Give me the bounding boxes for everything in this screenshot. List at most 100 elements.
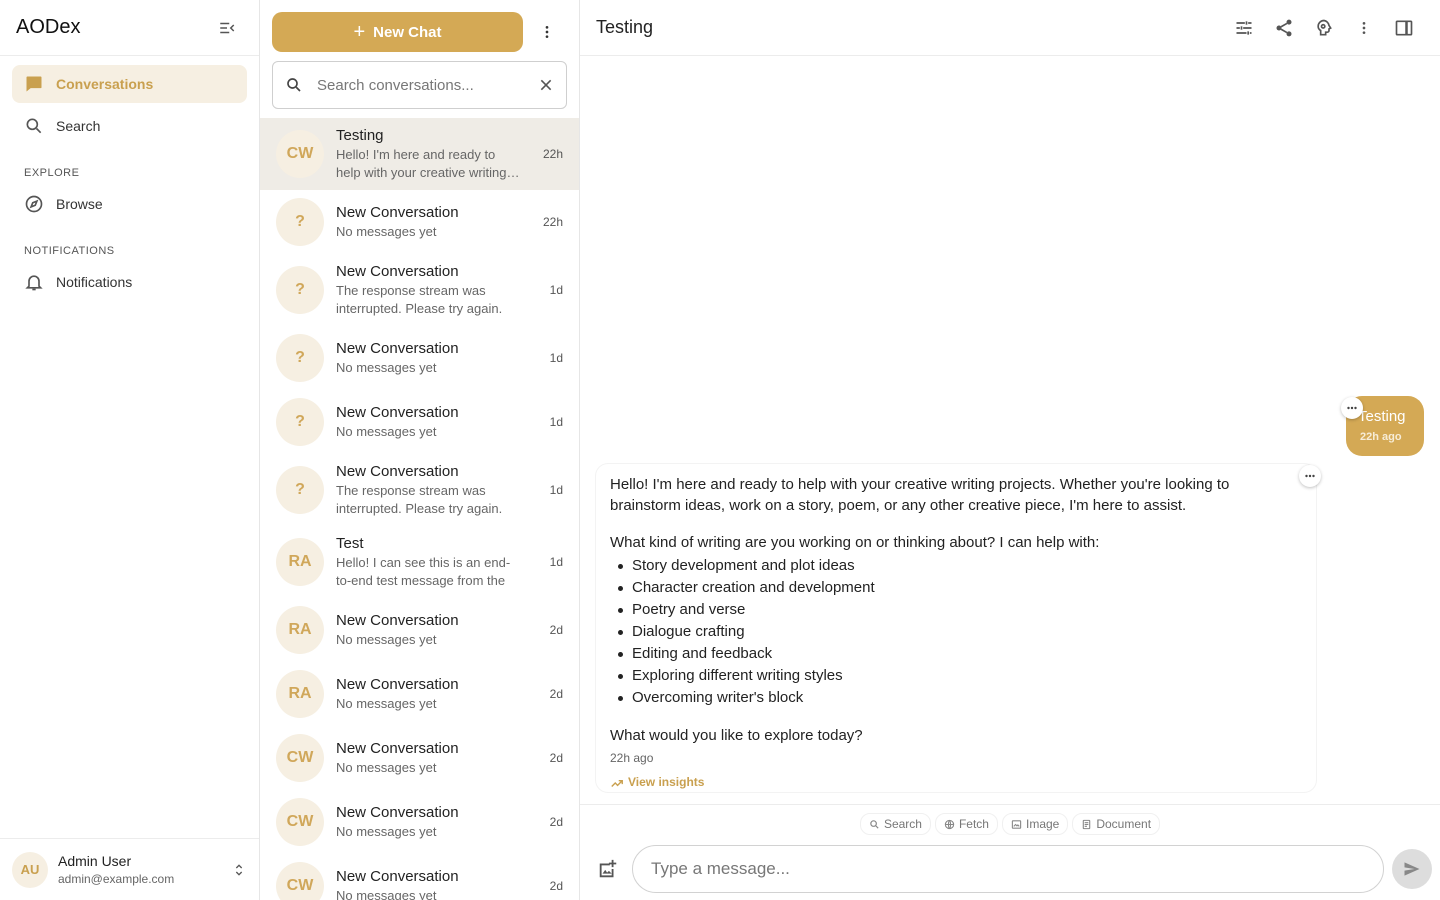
conversation-avatar: ? bbox=[276, 266, 324, 314]
conversation-title: New Conversation bbox=[336, 675, 459, 693]
document-icon bbox=[1083, 819, 1091, 829]
more-options-icon[interactable] bbox=[1344, 8, 1384, 48]
conversation-item[interactable]: RA Test Hello! I can see this is an end-to… bbox=[260, 526, 579, 598]
tool-chips: Search Fetch Image Document bbox=[580, 813, 1440, 835]
conversation-avatar: CW bbox=[276, 734, 324, 782]
conversation-preview: No messages yet bbox=[336, 223, 437, 239]
conversation-time: 1d bbox=[549, 483, 563, 497]
conversation-avatar: CW bbox=[276, 130, 324, 178]
conversation-item[interactable]: ? New Conversation The response stream was… bbox=[260, 454, 579, 526]
collapse-sidebar-icon[interactable] bbox=[211, 12, 243, 44]
conversation-time: 1d bbox=[549, 555, 563, 569]
conversation-title: New Conversation bbox=[336, 262, 459, 280]
conversation-item[interactable]: ? New Conversation No messages yet 22h bbox=[260, 190, 579, 254]
nav-notifications[interactable]: Notifications bbox=[12, 263, 247, 301]
conversation-avatar: ? bbox=[276, 198, 324, 246]
user-message-time: 22h ago bbox=[1360, 431, 1402, 443]
explore-heading: EXPLORE bbox=[24, 167, 80, 179]
nav-search[interactable]: Search bbox=[12, 107, 247, 145]
new-chat-button[interactable]: + New Chat bbox=[272, 12, 523, 52]
conversation-item[interactable]: RA New Conversation No messages yet 2d bbox=[260, 598, 579, 662]
tool-fetch-chip[interactable]: Fetch bbox=[934, 813, 998, 835]
assistant-bullet-item: Editing and feedback bbox=[610, 643, 1302, 665]
user-menu[interactable]: AU Admin User admin@example.com bbox=[0, 838, 259, 900]
user-avatar: AU bbox=[12, 851, 48, 888]
conversation-item[interactable]: RA New Conversation No messages yet 2d bbox=[260, 662, 579, 726]
user-email: admin@example.com bbox=[58, 872, 175, 886]
conversation-title: New Conversation bbox=[336, 403, 459, 421]
nav-conversations[interactable]: Conversations bbox=[12, 65, 247, 103]
chat-title: Testing bbox=[596, 17, 654, 37]
conversation-item[interactable]: ? New Conversation No messages yet 1d bbox=[260, 390, 579, 454]
compass-icon bbox=[25, 195, 43, 213]
expand-updown-icon[interactable] bbox=[231, 862, 247, 878]
conversation-item[interactable]: CW New Conversation No messages yet 2d bbox=[260, 790, 579, 854]
tool-document-chip[interactable]: Document bbox=[1072, 813, 1161, 835]
app-name: AODex bbox=[16, 16, 81, 38]
notifications-heading: NOTIFICATIONS bbox=[24, 245, 115, 257]
share-icon[interactable] bbox=[1264, 8, 1304, 48]
message-input[interactable] bbox=[632, 845, 1384, 893]
conversation-preview: No messages yet bbox=[336, 823, 437, 839]
chat-header: Testing bbox=[580, 0, 1440, 56]
conversation-preview: The response stream was interrupted. Ple… bbox=[336, 282, 503, 316]
conversation-list-panel: + New Chat CW Testing Hello! I'm here and … bbox=[260, 0, 580, 900]
user-message-actions-icon[interactable] bbox=[1341, 397, 1363, 419]
conversation-preview: No messages yet bbox=[336, 695, 437, 711]
conversation-item[interactable]: ? New Conversation The response stream was… bbox=[260, 254, 579, 326]
conversation-item[interactable]: CW New Conversation No messages yet 2d bbox=[260, 854, 579, 900]
conversation-time: 1d bbox=[549, 283, 563, 297]
conversation-search bbox=[272, 61, 567, 109]
conversation-preview: No messages yet bbox=[336, 887, 437, 900]
assistant-message: Hello! I'm here and ready to help with y… bbox=[596, 464, 1316, 792]
brain-icon[interactable] bbox=[1304, 8, 1344, 48]
assistant-intro: Hello! I'm here and ready to help with y… bbox=[610, 476, 1230, 514]
tool-image-chip[interactable]: Image bbox=[1001, 813, 1069, 835]
assistant-closing: What would you like to explore today? bbox=[610, 727, 863, 744]
tool-search-chip[interactable]: Search bbox=[859, 813, 931, 835]
nav-search-label: Search bbox=[56, 118, 101, 134]
conversation-avatar: CW bbox=[276, 862, 324, 900]
conversation-title: Test bbox=[336, 534, 364, 552]
conversation-list: CW Testing Hello! I'm here and ready to he… bbox=[260, 118, 579, 900]
nav-browse[interactable]: Browse bbox=[12, 185, 247, 223]
assistant-bullet-list: Story development and plot ideas Characte… bbox=[610, 555, 1302, 709]
send-button[interactable] bbox=[1392, 849, 1432, 889]
conversation-preview: Hello! I can see this is an end-to-end t… bbox=[336, 554, 511, 588]
search-icon bbox=[26, 118, 42, 134]
send-icon bbox=[1404, 862, 1420, 876]
conversation-item[interactable]: CW Testing Hello! I'm here and ready to he… bbox=[260, 118, 579, 190]
conversation-item[interactable]: CW New Conversation No messages yet 2d bbox=[260, 726, 579, 790]
tune-settings-icon[interactable] bbox=[1224, 8, 1264, 48]
conversation-time: 22h bbox=[542, 215, 563, 229]
conversation-time: 2d bbox=[549, 751, 563, 765]
assistant-bullet-item: Poetry and verse bbox=[610, 599, 1302, 621]
toggle-side-panel-icon[interactable] bbox=[1384, 8, 1424, 48]
conversation-preview: No messages yet bbox=[336, 631, 437, 647]
nav-conversations-label: Conversations bbox=[56, 76, 154, 92]
tool-fetch-label: Fetch bbox=[958, 817, 989, 831]
user-name: Admin User bbox=[58, 853, 132, 869]
tool-image-label: Image bbox=[1025, 817, 1060, 831]
chat-panel: Testing Testing 22h ago Hello! I'm here … bbox=[580, 0, 1440, 900]
list-more-options-icon[interactable] bbox=[531, 16, 563, 48]
conversation-time: 2d bbox=[549, 815, 563, 829]
left-sidebar: AODex Conversations Search EXPLORE Brows… bbox=[0, 0, 260, 900]
conversation-avatar: RA bbox=[276, 538, 324, 586]
conversation-item[interactable]: ? New Conversation No messages yet 1d bbox=[260, 326, 579, 390]
add-image-icon[interactable] bbox=[592, 853, 624, 885]
assistant-bullet-item: Story development and plot ideas bbox=[610, 555, 1302, 577]
conversation-time: 2d bbox=[549, 687, 563, 701]
conversation-title: New Conversation bbox=[336, 462, 459, 480]
view-insights-link[interactable]: View insights bbox=[610, 772, 1302, 793]
conversation-avatar: RA bbox=[276, 606, 324, 654]
chat-bubble-icon bbox=[26, 76, 42, 92]
trend-chart-icon bbox=[611, 779, 623, 787]
clear-search-icon[interactable] bbox=[538, 77, 554, 93]
assistant-bullet-item: Dialogue crafting bbox=[610, 621, 1302, 643]
assistant-message-actions-icon[interactable] bbox=[1299, 465, 1321, 487]
conversation-title: New Conversation bbox=[336, 203, 459, 221]
conversation-preview: No messages yet bbox=[336, 359, 437, 375]
conversation-search-input[interactable] bbox=[317, 76, 538, 94]
bell-icon bbox=[25, 275, 43, 291]
